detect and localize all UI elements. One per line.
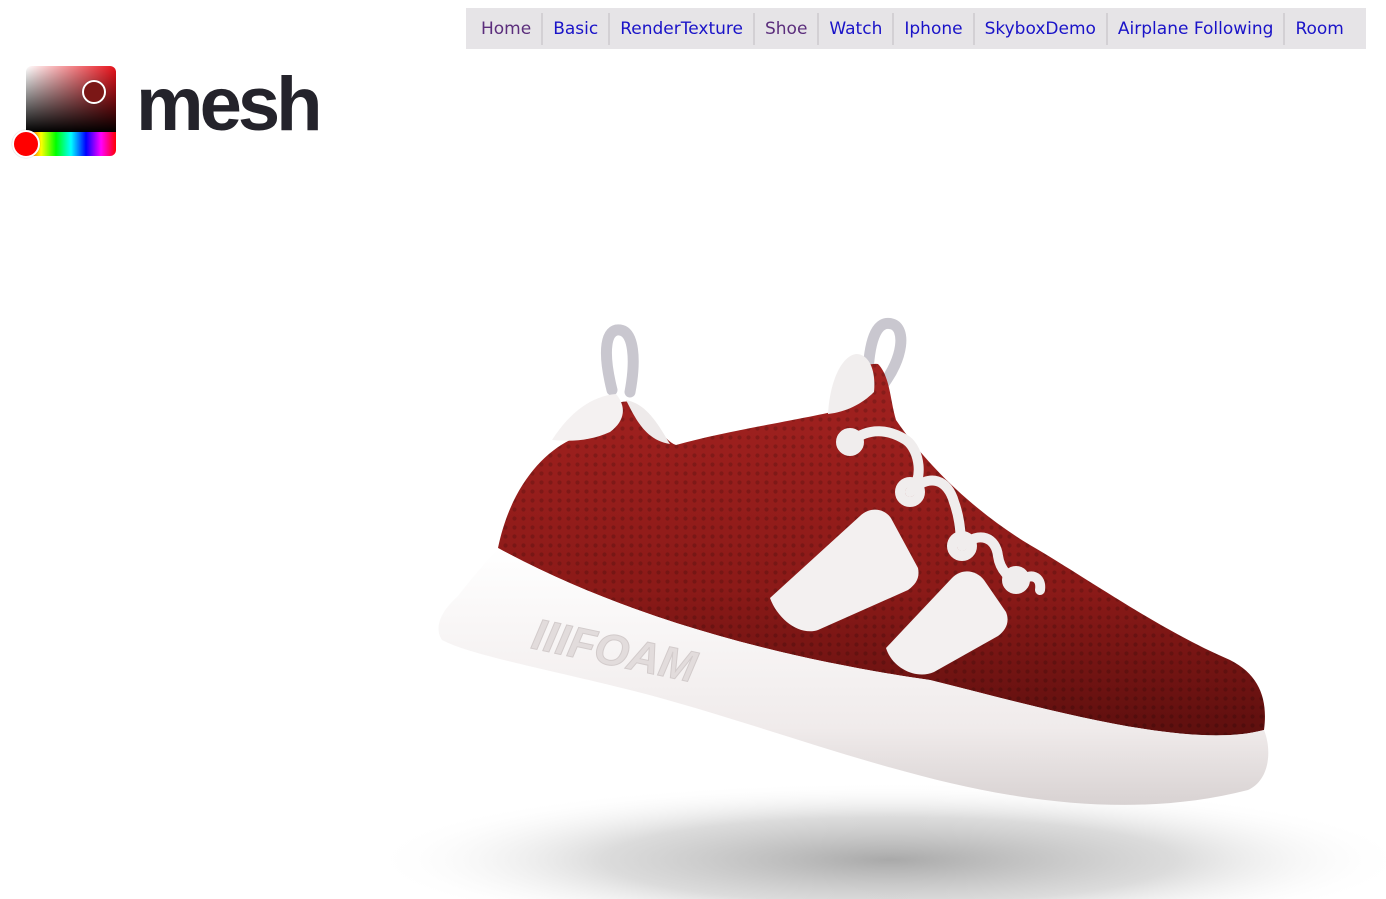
color-picker xyxy=(12,66,116,158)
saturation-handle[interactable] xyxy=(82,80,106,104)
nav-link-shoe[interactable]: Shoe xyxy=(752,12,817,45)
nav-link-airplane-following[interactable]: Airplane Following xyxy=(1105,12,1284,45)
shoe-shadow xyxy=(370,782,1386,899)
nav-link-skyboxdemo[interactable]: SkyboxDemo xyxy=(972,12,1106,45)
hue-slider[interactable] xyxy=(12,130,116,158)
page: Home Basic RenderTexture Shoe Watch Ipho… xyxy=(0,0,1386,899)
top-nav: Home Basic RenderTexture Shoe Watch Ipho… xyxy=(466,8,1366,49)
shoe-illustration: IIIFOAM xyxy=(370,317,1386,899)
saturation-panel[interactable] xyxy=(26,66,116,132)
nav-link-iphone[interactable]: Iphone xyxy=(892,12,972,45)
logo-text: mesh xyxy=(136,62,323,147)
nav-link-watch[interactable]: Watch xyxy=(817,12,892,45)
heel-loop xyxy=(601,324,639,398)
hue-handle[interactable] xyxy=(12,130,40,158)
nav-link-room[interactable]: Room xyxy=(1283,12,1353,45)
nav-link-home[interactable]: Home xyxy=(472,13,541,45)
shoe-viewer[interactable]: IIIFOAM xyxy=(330,280,1386,899)
nav-link-basic[interactable]: Basic xyxy=(541,12,608,45)
nav-link-rendertexture[interactable]: RenderTexture xyxy=(608,12,753,45)
